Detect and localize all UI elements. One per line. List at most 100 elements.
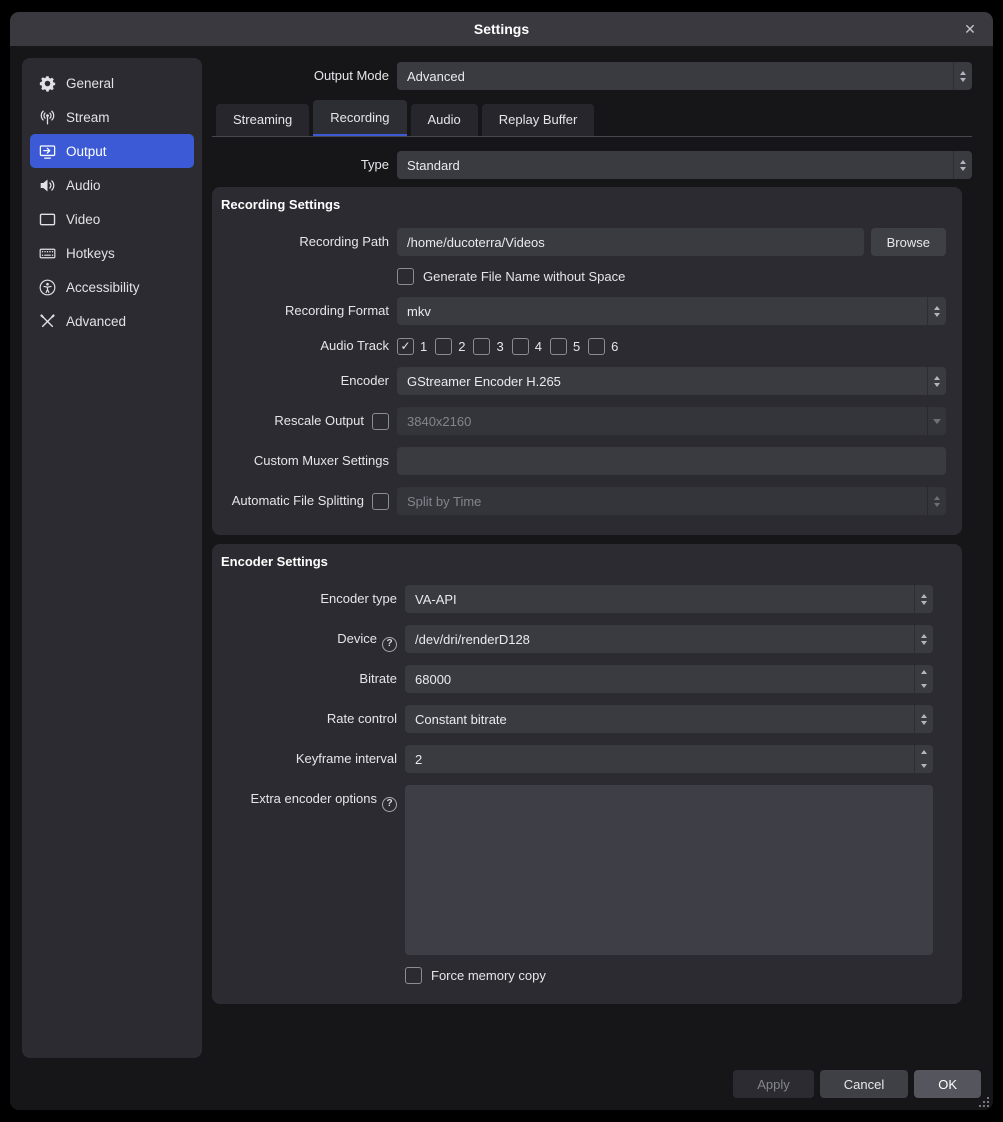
- apply-button[interactable]: Apply: [733, 1070, 814, 1098]
- audio-track-4-checkbox[interactable]: ✓: [512, 338, 529, 355]
- spinner-arrows-icon[interactable]: [953, 62, 972, 90]
- sidebar-item-label: Output: [66, 144, 107, 159]
- rescale-output-checkbox[interactable]: ✓: [372, 413, 389, 430]
- no-space-row: ✓ Generate File Name without Space: [212, 268, 954, 285]
- sidebar-item-label: Accessibility: [66, 280, 140, 295]
- audio-track-6: ✓ 6: [588, 338, 618, 355]
- spinner-arrows-icon[interactable]: [914, 745, 933, 773]
- extra-options-label-text: Extra encoder options: [251, 791, 377, 806]
- extra-options-row: Extra encoder options?: [212, 785, 954, 955]
- cancel-button[interactable]: Cancel: [820, 1070, 908, 1098]
- recording-settings-title: Recording Settings: [221, 197, 954, 212]
- device-select[interactable]: /dev/dri/renderD128: [405, 625, 933, 653]
- tab-replay-buffer[interactable]: Replay Buffer: [482, 104, 595, 136]
- spinner-arrows-icon[interactable]: [927, 297, 946, 325]
- audio-track-6-checkbox[interactable]: ✓: [588, 338, 605, 355]
- bitrate-label: Bitrate: [212, 665, 405, 693]
- rate-control-row: Rate control Constant bitrate: [212, 705, 954, 733]
- sidebar-item-stream[interactable]: Stream: [30, 100, 194, 134]
- sidebar-item-advanced[interactable]: Advanced: [30, 304, 194, 338]
- spinner-arrows-icon[interactable]: [914, 665, 933, 693]
- sidebar-item-accessibility[interactable]: Accessibility: [30, 270, 194, 304]
- window-title: Settings: [474, 21, 529, 37]
- encoder-settings-panel: Encoder Settings Encoder type VA-API Dev…: [212, 544, 962, 1004]
- keyframe-interval-row: Keyframe interval: [212, 745, 954, 773]
- ok-button[interactable]: OK: [914, 1070, 981, 1098]
- extra-options-input[interactable]: [405, 785, 933, 955]
- force-memory-checkbox[interactable]: ✓: [405, 967, 422, 984]
- help-icon[interactable]: ?: [382, 797, 397, 812]
- rate-control-value: Constant bitrate: [405, 712, 914, 727]
- rescale-output-select[interactable]: 3840x2160: [397, 407, 946, 435]
- chevron-down-icon[interactable]: [927, 407, 946, 435]
- keyframe-interval-input[interactable]: [405, 745, 914, 773]
- file-splitting-checkbox[interactable]: ✓: [372, 493, 389, 510]
- output-icon: [39, 143, 56, 160]
- encoder-type-row: Encoder type VA-API: [212, 585, 954, 613]
- tab-streaming[interactable]: Streaming: [216, 104, 309, 136]
- type-select[interactable]: Standard: [397, 151, 972, 179]
- output-mode-label: Output Mode: [212, 62, 397, 90]
- stream-icon: [39, 109, 56, 126]
- encoder-row: Encoder GStreamer Encoder H.265: [212, 367, 954, 395]
- dialog-footer: Apply Cancel OK: [733, 1070, 981, 1098]
- audio-track-3: ✓ 3: [473, 338, 503, 355]
- custom-muxer-input[interactable]: [397, 447, 946, 475]
- spinner-arrows-icon[interactable]: [927, 367, 946, 395]
- bitrate-input[interactable]: [405, 665, 914, 693]
- audio-track-row: Audio Track ✓ 1 ✓ 2 ✓ 3: [212, 337, 954, 355]
- sidebar-item-output[interactable]: Output: [30, 134, 194, 168]
- file-splitting-label: Automatic File Splitting: [212, 487, 372, 515]
- titlebar[interactable]: Settings ✕: [10, 12, 993, 46]
- close-button[interactable]: ✕: [955, 12, 985, 46]
- spinner-arrows-icon[interactable]: [927, 487, 946, 515]
- tab-audio[interactable]: Audio: [411, 104, 478, 136]
- bitrate-spinbox[interactable]: [405, 665, 933, 693]
- rate-control-select[interactable]: Constant bitrate: [405, 705, 933, 733]
- keyframe-interval-spinbox[interactable]: [405, 745, 933, 773]
- spinner-arrows-icon[interactable]: [914, 625, 933, 653]
- file-splitting-select[interactable]: Split by Time: [397, 487, 946, 515]
- audio-track-6-label: 6: [611, 339, 618, 354]
- output-settings-main: Output Mode Advanced Streaming Recording…: [212, 58, 972, 1110]
- audio-track-5-label: 5: [573, 339, 580, 354]
- spinner-arrows-icon[interactable]: [914, 585, 933, 613]
- recording-settings-panel: Recording Settings Recording Path Browse…: [212, 187, 962, 535]
- no-space-checkbox[interactable]: ✓: [397, 268, 414, 285]
- audio-track-1-checkbox[interactable]: ✓: [397, 338, 414, 355]
- audio-track-2: ✓ 2: [435, 338, 465, 355]
- encoder-select[interactable]: GStreamer Encoder H.265: [397, 367, 946, 395]
- sidebar-item-general[interactable]: General: [30, 66, 194, 100]
- speaker-icon: [39, 177, 56, 194]
- recording-format-row: Recording Format mkv: [212, 297, 954, 325]
- spinner-arrows-icon[interactable]: [953, 151, 972, 179]
- audio-track-2-checkbox[interactable]: ✓: [435, 338, 452, 355]
- tab-recording[interactable]: Recording: [313, 100, 406, 136]
- rescale-output-value: 3840x2160: [397, 414, 927, 429]
- audio-track-5: ✓ 5: [550, 338, 580, 355]
- recording-format-select[interactable]: mkv: [397, 297, 946, 325]
- close-icon: ✕: [964, 21, 976, 38]
- resize-grip[interactable]: [977, 1095, 990, 1108]
- audio-track-2-label: 2: [458, 339, 465, 354]
- type-row: Type Standard: [212, 151, 972, 179]
- help-icon[interactable]: ?: [382, 637, 397, 652]
- type-label: Type: [212, 151, 397, 179]
- recording-path-input[interactable]: [397, 228, 864, 256]
- sidebar-item-video[interactable]: Video: [30, 202, 194, 236]
- audio-track-3-label: 3: [496, 339, 503, 354]
- audio-track-3-checkbox[interactable]: ✓: [473, 338, 490, 355]
- spinner-arrows-icon[interactable]: [914, 705, 933, 733]
- sidebar-item-hotkeys[interactable]: Hotkeys: [30, 236, 194, 270]
- audio-track-5-checkbox[interactable]: ✓: [550, 338, 567, 355]
- encoder-type-value: VA-API: [405, 592, 914, 607]
- audio-track-label: Audio Track: [212, 337, 397, 355]
- browse-button[interactable]: Browse: [871, 228, 946, 256]
- accessibility-icon: [39, 279, 56, 296]
- output-mode-value: Advanced: [397, 69, 953, 84]
- output-mode-select[interactable]: Advanced: [397, 62, 972, 90]
- file-splitting-row: Automatic File Splitting ✓ Split by Time: [212, 487, 954, 515]
- device-value: /dev/dri/renderD128: [405, 632, 914, 647]
- sidebar-item-audio[interactable]: Audio: [30, 168, 194, 202]
- encoder-type-select[interactable]: VA-API: [405, 585, 933, 613]
